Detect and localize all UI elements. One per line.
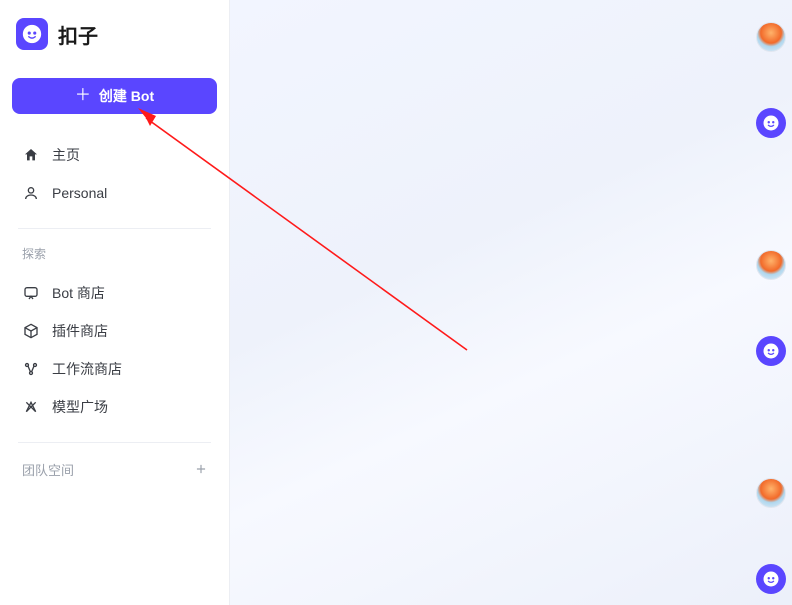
create-bot-label: 创建 Bot	[99, 86, 154, 106]
strip-avatar[interactable]	[756, 478, 786, 508]
workflow-icon	[22, 360, 40, 378]
nav-bot-store-label: Bot 商店	[52, 283, 105, 303]
bot-face-icon	[762, 570, 780, 588]
person-icon	[22, 184, 40, 202]
nav-model-square[interactable]: 模型广场	[12, 388, 217, 426]
main-canvas	[230, 0, 792, 605]
plus-icon	[194, 462, 208, 476]
strip-bot-icon[interactable]	[756, 336, 786, 366]
plus-icon: ＋	[75, 88, 91, 104]
avatar-strip	[756, 22, 786, 594]
nav-personal[interactable]: Personal	[12, 174, 217, 212]
brand-title: 扣子	[58, 20, 98, 49]
nav-personal-label: Personal	[52, 185, 107, 201]
bot-face-icon	[762, 114, 780, 132]
nav-workflow-store-label: 工作流商店	[52, 359, 122, 379]
divider	[18, 228, 211, 229]
nav-primary: 主页 Personal	[12, 132, 217, 216]
brand-logo	[16, 18, 48, 50]
team-space-header: 团队空间	[12, 455, 217, 483]
nav-plugin-store-label: 插件商店	[52, 321, 108, 341]
strip-avatar[interactable]	[756, 250, 786, 280]
nav-model-square-label: 模型广场	[52, 397, 108, 417]
divider	[18, 442, 211, 443]
nav-home-label: 主页	[52, 145, 80, 165]
strip-bot-icon[interactable]	[756, 108, 786, 138]
nav-explore: Bot 商店 插件商店 工作流商店 模型广场	[12, 270, 217, 430]
create-bot-button[interactable]: ＋ 创建 Bot	[12, 78, 217, 114]
home-icon	[22, 146, 40, 164]
add-team-button[interactable]	[191, 459, 211, 479]
sidebar: 扣子 ＋ 创建 Bot 主页 Personal 探索 Bot 商店	[0, 0, 230, 605]
strip-bot-icon[interactable]	[756, 564, 786, 594]
model-icon	[22, 398, 40, 416]
cube-icon	[22, 322, 40, 340]
chat-icon	[22, 284, 40, 302]
nav-plugin-store[interactable]: 插件商店	[12, 312, 217, 350]
bot-face-icon	[762, 342, 780, 360]
nav-workflow-store[interactable]: 工作流商店	[12, 350, 217, 388]
bot-face-icon	[21, 23, 43, 45]
nav-home[interactable]: 主页	[12, 136, 217, 174]
strip-avatar[interactable]	[756, 22, 786, 52]
nav-bot-store[interactable]: Bot 商店	[12, 274, 217, 312]
brand: 扣子	[12, 18, 217, 58]
team-space-label: 团队空间	[22, 460, 74, 479]
explore-section-label: 探索	[12, 241, 217, 270]
